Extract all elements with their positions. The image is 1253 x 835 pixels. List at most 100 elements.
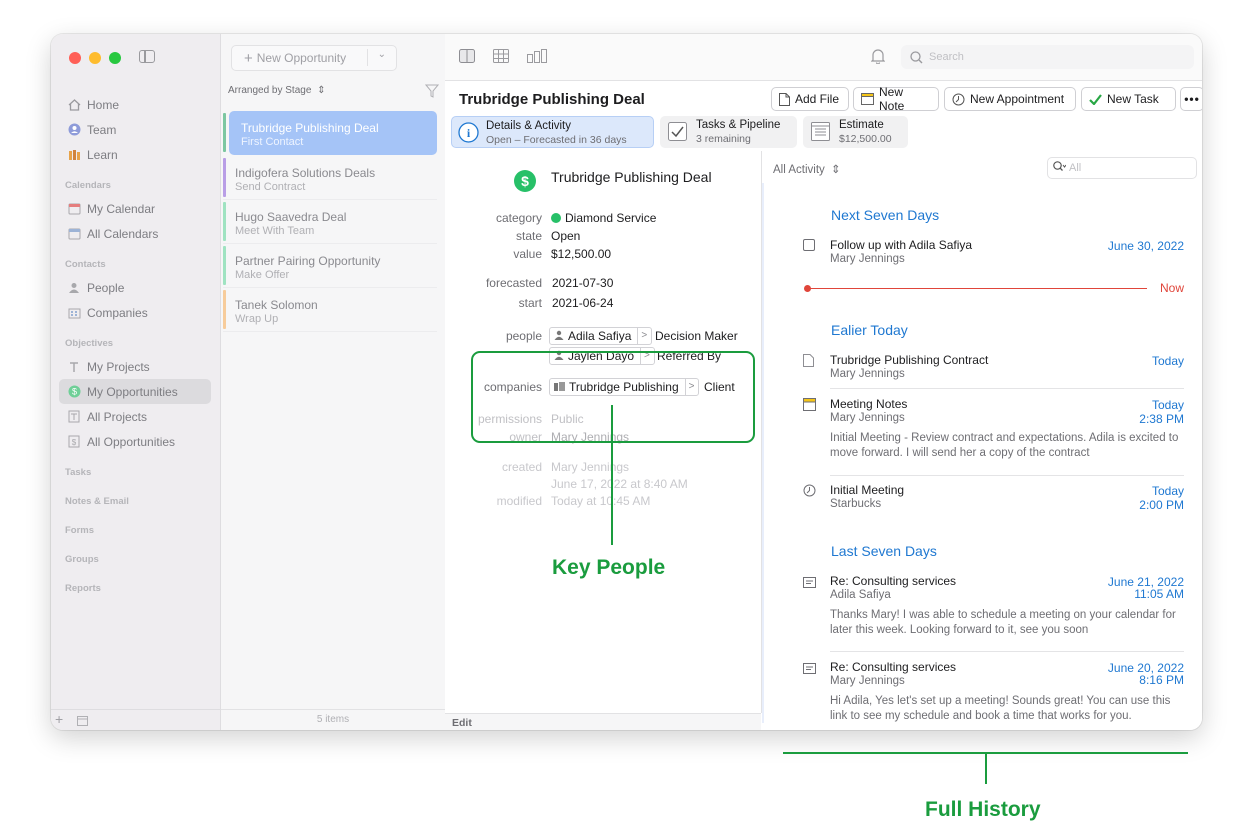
item-body: Hi Adila, Yes let's set up a meeting! So…	[830, 695, 1171, 722]
chevron-down-icon[interactable]: ⌄	[378, 49, 386, 60]
section-header-contacts: Contacts	[65, 259, 106, 270]
start-value[interactable]: 2021-06-24	[552, 296, 613, 310]
pipeline-view-icon[interactable]	[527, 49, 547, 63]
sidebar-item-companies[interactable]: Companies	[59, 300, 211, 325]
category-text: Diamond Service	[565, 211, 657, 225]
deal-title: Hugo Saavedra Deal	[235, 210, 347, 224]
item-title: Trubridge Publishing Contract	[830, 353, 989, 367]
sidebar-item-all-calendars[interactable]: All Calendars	[59, 221, 211, 246]
list-item[interactable]: Initial Meeting Starbucks Today 2:00 PM	[803, 483, 1184, 512]
list-item[interactable]: Trubridge Publishing Deal First Contact	[223, 111, 437, 155]
sidebar-item-learn[interactable]: Learn	[59, 142, 211, 167]
stage-color-bar	[223, 246, 226, 285]
person-icon	[554, 329, 564, 343]
add-icon[interactable]: +	[55, 711, 63, 727]
list-item[interactable]: Meeting Notes Mary Jennings Today 2:38 P…	[803, 397, 1184, 461]
list-item[interactable]: Partner Pairing Opportunity Make Offer	[223, 244, 437, 288]
item-subtitle: Mary Jennings	[830, 368, 905, 380]
section-header-tasks[interactable]: Tasks	[59, 454, 211, 483]
tab-estimate[interactable]: Estimate $12,500.00	[803, 116, 908, 148]
minimize-window-button[interactable]	[89, 52, 101, 64]
filter-icon[interactable]	[425, 84, 439, 98]
item-subtitle: Mary Jennings	[830, 253, 905, 265]
section-header-reports[interactable]: Reports	[59, 570, 211, 599]
sidebar-item-all-projects[interactable]: All Projects	[59, 404, 211, 429]
key-people-callout: Key People	[552, 556, 666, 579]
sidebar-toggle-icon[interactable]	[139, 50, 155, 63]
team-icon	[67, 123, 81, 137]
category-dot-icon	[551, 213, 561, 223]
svg-text:$: $	[72, 438, 77, 447]
forecasted-value[interactable]: 2021-07-30	[552, 276, 613, 290]
list-item[interactable]: Re: Consulting services Mary Jennings Ju…	[803, 660, 1184, 724]
checkbox-icon[interactable]	[803, 239, 817, 253]
arranged-by-menu[interactable]: Arranged by Stage ⇕	[228, 85, 326, 96]
zoom-window-button[interactable]	[109, 52, 121, 64]
new-appointment-button[interactable]: New Appointment	[944, 87, 1076, 111]
clock-icon	[952, 93, 965, 106]
section-last-seven-days: Last Seven Days	[831, 543, 937, 559]
list-item[interactable]: Hugo Saavedra Deal Meet With Team	[223, 200, 437, 244]
estimate-icon	[811, 122, 830, 141]
sidebar-item-team[interactable]: Team	[59, 117, 211, 142]
dollar-icon: $	[514, 170, 536, 192]
sidebar-item-my-calendar[interactable]: My Calendar	[59, 196, 211, 221]
section-header-groups[interactable]: Groups	[59, 541, 211, 570]
section-header-forms[interactable]: Forms	[59, 512, 211, 541]
sidebar-item-all-opportunities[interactable]: $ All Opportunities	[59, 429, 211, 454]
calendar-small-icon[interactable]	[77, 715, 88, 729]
sidebar-item-my-opportunities[interactable]: $ My Opportunities	[59, 379, 211, 404]
split-view-icon[interactable]	[459, 49, 475, 63]
list-item[interactable]: Re: Consulting services Adila Safiya Jun…	[803, 574, 1184, 638]
new-opportunity-button[interactable]: + New Opportunity ⌄	[231, 45, 397, 71]
state-value[interactable]: Open	[551, 229, 580, 243]
email-icon	[803, 575, 817, 589]
clock-icon	[803, 484, 817, 498]
person-chip[interactable]: Adila Safiya >	[549, 327, 653, 345]
list-item[interactable]: Trubridge Publishing Contract Mary Jenni…	[803, 353, 1184, 380]
arranged-by-label: Arranged by Stage	[228, 85, 312, 96]
section-header-notes-email[interactable]: Notes & Email	[59, 483, 211, 512]
list-item[interactable]: Follow up with Adila Safiya Mary Jenning…	[803, 238, 1184, 265]
sidebar-item-my-projects[interactable]: My Projects	[59, 354, 211, 379]
tab-tasks-pipeline[interactable]: Tasks & Pipeline 3 remaining	[660, 116, 797, 148]
item-subtitle: Mary Jennings	[830, 675, 905, 687]
chevron-right-icon[interactable]: >	[637, 328, 647, 344]
edit-button[interactable]: Edit	[452, 717, 472, 729]
close-window-button[interactable]	[69, 52, 81, 64]
project-icon	[67, 360, 81, 374]
new-note-button[interactable]: New Note	[853, 85, 939, 113]
search-icon	[1053, 161, 1067, 175]
home-icon	[67, 98, 81, 112]
sidebar-item-people[interactable]: People	[59, 275, 211, 300]
sidebar-item-home[interactable]: Home	[59, 92, 211, 117]
deal-title: Indigofera Solutions Deals	[235, 166, 376, 180]
note-icon	[861, 93, 874, 105]
activity-search-input[interactable]: All	[1047, 157, 1197, 179]
bell-icon[interactable]	[871, 48, 885, 64]
building-icon	[67, 306, 81, 320]
checkbox-icon	[668, 122, 687, 141]
deal-stage: Make Offer	[235, 269, 290, 281]
new-opportunity-label: New Opportunity	[256, 51, 347, 65]
key-people-highlight	[471, 351, 755, 443]
search-input[interactable]: Search	[901, 45, 1194, 69]
grid-view-icon[interactable]	[493, 49, 509, 63]
add-file-button[interactable]: Add File	[771, 87, 849, 111]
list-item[interactable]: Tanek Solomon Wrap Up	[223, 288, 437, 332]
deal-title: Partner Pairing Opportunity	[235, 254, 381, 268]
activity-filter-menu[interactable]: All Activity ⇕	[773, 162, 841, 176]
sidebar-item-label: Team	[87, 122, 117, 137]
value-amount[interactable]: $12,500.00	[551, 247, 611, 261]
section-earlier-today: Ealier Today	[831, 322, 908, 338]
note-icon	[803, 398, 817, 412]
stage-color-bar	[223, 290, 226, 329]
more-button[interactable]: •••	[1180, 87, 1202, 111]
new-task-button[interactable]: New Task	[1081, 87, 1176, 111]
divider	[830, 651, 1184, 652]
list-item[interactable]: Indigofera Solutions Deals Send Contract	[223, 156, 437, 200]
tab-details-activity[interactable]: i Details & Activity Open – Forecasted i…	[451, 116, 654, 148]
up-down-chevron-icon: ⇕	[317, 85, 326, 96]
full-history-callout: Full History	[925, 798, 1041, 821]
category-value[interactable]: Diamond Service	[551, 211, 656, 225]
